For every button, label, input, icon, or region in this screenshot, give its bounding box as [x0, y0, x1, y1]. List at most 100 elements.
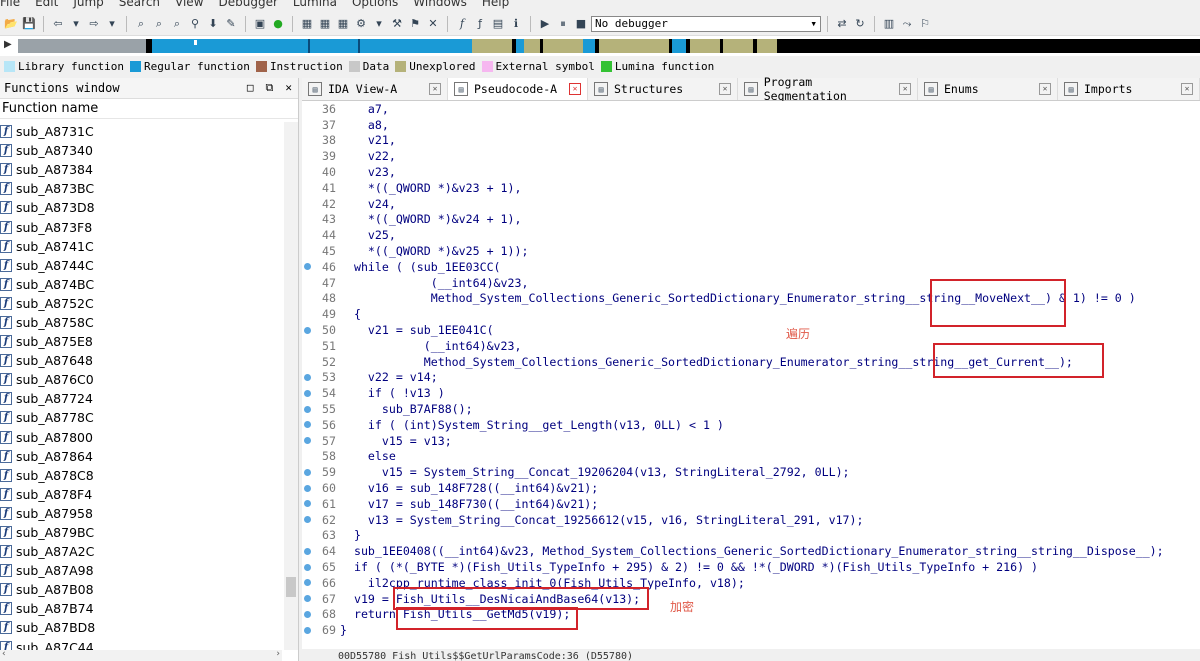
breakpoint-dot-icon[interactable]	[302, 499, 312, 509]
breakpoint-dot-icon[interactable]	[302, 183, 312, 193]
code-line[interactable]: 40 v23,	[302, 164, 1200, 180]
menu-item-file[interactable]: File	[0, 0, 20, 9]
debugger-select[interactable]: No debugger ▾	[591, 15, 821, 32]
breakpoint-dot-icon[interactable]	[302, 214, 312, 224]
list-item[interactable]: f sub_A8741C	[0, 237, 282, 256]
chevron-down-icon[interactable]: ▾	[371, 16, 387, 32]
graph-icon[interactable]: ⚙	[353, 16, 369, 32]
tab-program-segmentation[interactable]: ▤ Program Segmentation ✕	[738, 75, 918, 103]
close-icon[interactable]: ✕	[429, 83, 441, 95]
list-item[interactable]: f sub_A87648	[0, 351, 282, 370]
code-line[interactable]: 62 v13 = System_String__Concat_19256612(…	[302, 512, 1200, 528]
list-item[interactable]: f sub_A873BC	[0, 179, 282, 198]
menu-item-edit[interactable]: Edit	[35, 0, 58, 9]
close-icon[interactable]: ✕	[899, 83, 911, 95]
save-icon[interactable]: 💾	[21, 16, 37, 32]
breakpoint-dot-icon[interactable]	[302, 341, 312, 351]
menu-item-jump[interactable]: Jump	[73, 0, 103, 9]
code-line[interactable]: 36 a7,	[302, 101, 1200, 117]
code-line[interactable]: 59 v15 = System_String__Concat_19206204(…	[302, 464, 1200, 480]
list-item[interactable]: f sub_A87800	[0, 428, 282, 447]
menu-item-options[interactable]: Options	[352, 0, 398, 9]
download-icon[interactable]: ⬇	[205, 16, 221, 32]
search-icon[interactable]: ⚲	[187, 16, 203, 32]
list-item[interactable]: f sub_A8731C	[0, 122, 282, 141]
list-item[interactable]: f sub_A876C0	[0, 370, 282, 389]
breakpoint-dot-icon[interactable]	[302, 167, 312, 177]
close-icon[interactable]: ✕	[1039, 83, 1051, 95]
wrench-icon[interactable]: ⚒	[389, 16, 405, 32]
list-item[interactable]: f sub_A878C8	[0, 466, 282, 485]
play-icon[interactable]: ▶	[537, 16, 553, 32]
list-item[interactable]: f sub_A87958	[0, 504, 282, 523]
list-item[interactable]: f sub_A873F8	[0, 217, 282, 236]
function-list-scrollbar[interactable]	[284, 122, 298, 650]
green-circle-icon[interactable]: ●	[270, 16, 286, 32]
code-line[interactable]: 65 if ( (*(_BYTE *)(Fish_Utils_TypeInfo …	[302, 559, 1200, 575]
code-line[interactable]: 56 if ( (int)System_String__get_Length(v…	[302, 417, 1200, 433]
list-item[interactable]: f sub_A87B74	[0, 599, 282, 618]
breakpoint-dot-icon[interactable]	[302, 546, 312, 556]
code-line[interactable]: 37 a8,	[302, 117, 1200, 133]
list-item[interactable]: f sub_A87BD8	[0, 618, 282, 637]
breakpoint-dot-icon[interactable]	[302, 467, 312, 477]
breakpoint-dot-icon[interactable]	[302, 530, 312, 540]
breakpoint-dot-icon[interactable]	[302, 199, 312, 209]
chart-icon[interactable]: ▦	[335, 16, 351, 32]
code-line[interactable]: 54 if ( !v13 )	[302, 385, 1200, 401]
pseudocode-view[interactable]: 36 a7, 37 a8, 38 v21, 39 v22, 40 v23, 41 *((_…	[302, 101, 1200, 649]
stop-icon[interactable]: ■	[573, 16, 589, 32]
menu-item-view[interactable]: View	[175, 0, 203, 9]
function-icon[interactable]: ƒ	[472, 16, 488, 32]
list-item[interactable]: f sub_A874BC	[0, 275, 282, 294]
breakpoint-dot-icon[interactable]	[302, 135, 312, 145]
forward-icon[interactable]: ⇨	[86, 16, 102, 32]
close-icon[interactable]: ✕	[719, 83, 731, 95]
code-line[interactable]: 42 v24,	[302, 196, 1200, 212]
list-item[interactable]: f sub_A87B08	[0, 580, 282, 599]
breakpoint-dot-icon[interactable]	[302, 309, 312, 319]
breakpoint-dot-icon[interactable]	[302, 420, 312, 430]
breakpoint-dot-icon[interactable]	[302, 293, 312, 303]
code-line[interactable]: 60 v16 = sub_148F728((__int64)&v21);	[302, 480, 1200, 496]
list-icon[interactable]: ▥	[881, 16, 897, 32]
binoculars-icon[interactable]: ⌕	[151, 16, 167, 32]
scroll-left-icon[interactable]: ‹	[2, 649, 6, 659]
list-item[interactable]: f sub_A8752C	[0, 294, 282, 313]
breakpoint-dot-icon[interactable]	[302, 562, 312, 572]
step-icon[interactable]: ⤳	[899, 16, 915, 32]
pin-icon[interactable]: ⚑	[407, 16, 423, 32]
breakpoint-dot-icon[interactable]	[302, 120, 312, 130]
menu-item-search[interactable]: Search	[119, 0, 160, 9]
breakpoint-dot-icon[interactable]	[302, 451, 312, 461]
tab-pseudocode-a[interactable]: ▤ Pseudocode-A ✕	[448, 78, 588, 100]
function-icon[interactable]: f	[454, 16, 470, 32]
breakpoint-dot-icon[interactable]	[302, 594, 312, 604]
breakpoint-dot-icon[interactable]	[302, 151, 312, 161]
code-line[interactable]: 58 else	[302, 449, 1200, 465]
back-icon[interactable]: ⇦	[50, 16, 66, 32]
restore-icon[interactable]: □	[247, 81, 254, 95]
menu-item-debugger[interactable]: Debugger	[219, 0, 278, 9]
float-icon[interactable]: ⧉	[266, 81, 274, 95]
breakpoint-dot-icon[interactable]	[302, 372, 312, 382]
breakpoint-dot-icon[interactable]	[302, 578, 312, 588]
breakpoint-dot-icon[interactable]	[302, 625, 312, 635]
list-item[interactable]: f sub_A879BC	[0, 523, 282, 542]
pause-icon[interactable]: ⏸	[555, 16, 571, 32]
image-icon[interactable]: ▣	[252, 16, 268, 32]
breakpoint-dot-icon[interactable]	[302, 262, 312, 272]
function-list-horizontal-scrollbar[interactable]: ‹ ›	[0, 649, 282, 661]
binoculars-icon[interactable]: ⌕	[169, 16, 185, 32]
menu-item-lumina[interactable]: Lumina	[293, 0, 337, 9]
breakpoint-dot-icon[interactable]	[302, 404, 312, 414]
code-line[interactable]: 61 v17 = sub_148F730((__int64)&v21);	[302, 496, 1200, 512]
breakpoint-dot-icon[interactable]	[302, 388, 312, 398]
list-item[interactable]: f sub_A87340	[0, 141, 282, 160]
code-line[interactable]: 39 v22,	[302, 148, 1200, 164]
code-line[interactable]: 64 sub_1EE0408((__int64)&v23, Method_Sys…	[302, 543, 1200, 559]
breakpoint-dot-icon[interactable]	[302, 104, 312, 114]
code-line[interactable]: 55 sub_B7AF88();	[302, 401, 1200, 417]
breakpoint-dot-icon[interactable]	[302, 246, 312, 256]
list-item[interactable]: f sub_A87724	[0, 389, 282, 408]
